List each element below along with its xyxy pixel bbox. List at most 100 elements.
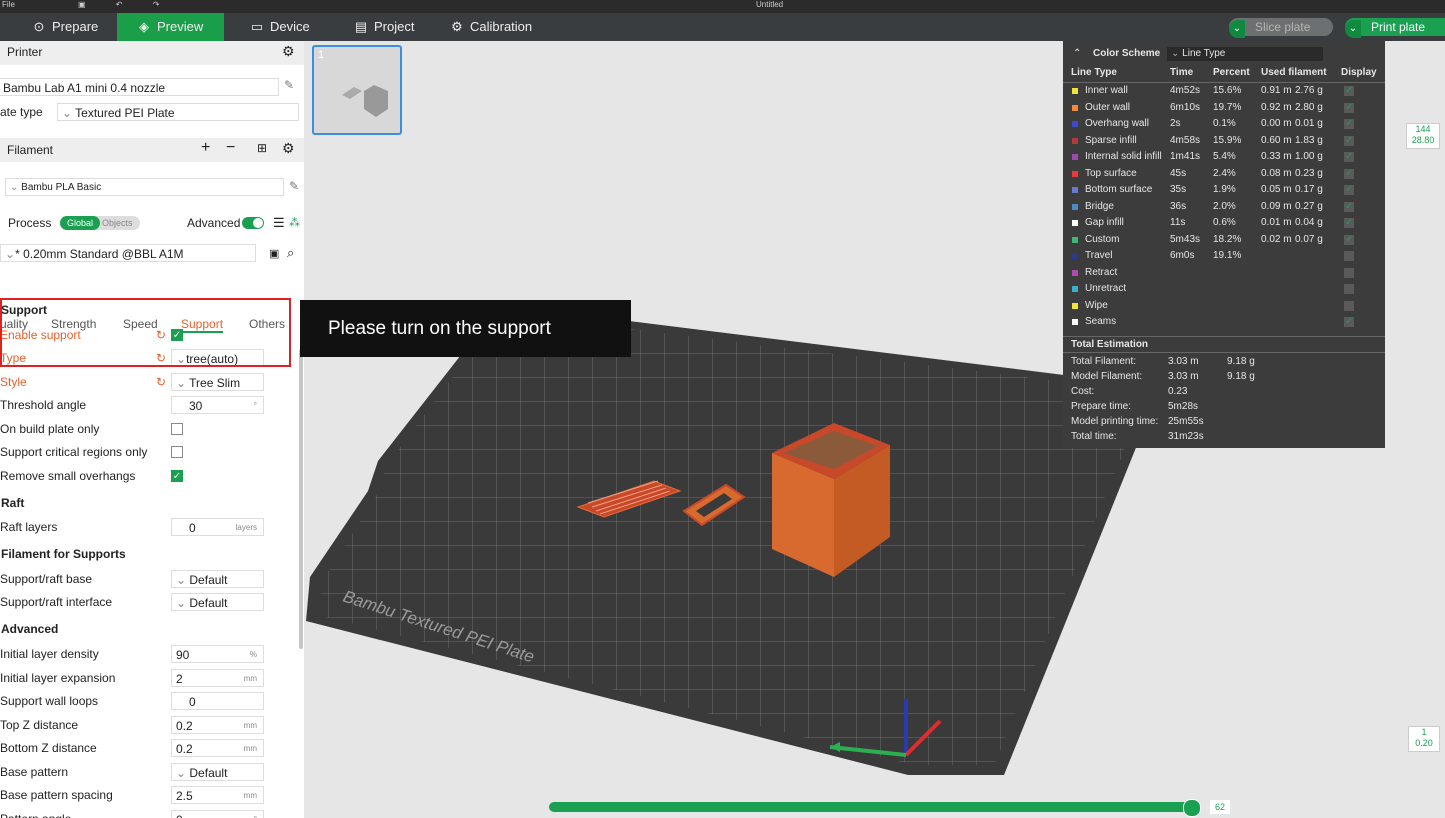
total-label: Model Filament: — [1071, 371, 1143, 382]
legend-g: 0.04 g — [1295, 217, 1323, 228]
quick-actions[interactable]: ▣ ↶ ↷ — [78, 0, 173, 9]
support-interface-select[interactable]: ⌄ Default — [171, 593, 264, 611]
adv-input[interactable]: 2.5 mm — [171, 786, 264, 804]
legend-name: Gap infill — [1085, 217, 1124, 228]
legend-row: Unretract — [1063, 281, 1385, 297]
raft-layers-input[interactable]: 0 layers — [171, 518, 264, 536]
global-objects-toggle[interactable]: Global Objects — [60, 216, 140, 230]
display-toggle[interactable] — [1344, 251, 1354, 261]
tab-device[interactable]: ▭ Device — [246, 13, 340, 41]
display-toggle[interactable] — [1344, 119, 1354, 129]
total-row: Total Filament: 3.03 m 9.18 g — [1063, 354, 1385, 370]
legend-row: Travel 6m0s 19.1% — [1063, 248, 1385, 264]
gear-icon[interactable]: ⚙ — [282, 43, 295, 60]
critical-regions-row: Support critical regions only — [0, 441, 304, 463]
compare-icon[interactable]: ⁂ — [289, 216, 300, 229]
search-icon[interactable]: ⌕ — [287, 245, 294, 261]
plate-thumbnail[interactable]: 1 — [312, 45, 402, 135]
tab-preview[interactable]: ◈ Preview — [117, 13, 224, 41]
edit-icon[interactable]: ✎ — [284, 78, 294, 92]
legend-header: Line Type Time Percent Used filament Dis… — [1071, 67, 1377, 78]
printer-select[interactable]: Bambu Lab A1 mini 0.4 nozzle — [0, 78, 279, 96]
color-swatch — [1072, 286, 1078, 292]
display-toggle[interactable] — [1344, 234, 1354, 245]
legend-pct: 15.9% — [1213, 134, 1242, 146]
total-a: 3.03 m — [1168, 356, 1199, 367]
adv-input[interactable]: 90% — [171, 645, 264, 663]
adv-row: Bottom Z distance 0.2 mm — [0, 737, 304, 759]
support-base-select[interactable]: ⌄ Default — [171, 570, 264, 588]
process-label: Process — [8, 216, 52, 230]
display-toggle[interactable] — [1344, 152, 1354, 162]
total-label: Prepare time: — [1071, 401, 1132, 412]
build-plate-only-checkbox[interactable] — [171, 423, 183, 435]
display-toggle[interactable] — [1344, 201, 1354, 212]
print-plate-button[interactable]: ⌄ Print plate — [1345, 18, 1445, 38]
adv-input[interactable]: 2 mm — [171, 669, 264, 687]
edit-icon[interactable]: ✎ — [289, 179, 299, 193]
display-toggle[interactable] — [1344, 218, 1354, 228]
legend-row: Seams — [1063, 314, 1385, 330]
legend-name: Unretract — [1085, 283, 1127, 294]
plate-type-select[interactable]: ⌄ Textured PEI Plate — [57, 103, 299, 121]
process-preset-select[interactable]: ⌄* 0.20mm Standard @BBL A1M — [0, 244, 256, 262]
legend-m: 0.33 m — [1261, 151, 1292, 162]
save-icon[interactable]: ▣ — [269, 247, 279, 260]
legend-g: 1.83 g — [1295, 134, 1323, 146]
collapse-icon[interactable]: ⌃ — [1073, 46, 1081, 62]
tab-project[interactable]: ▤ Project — [350, 13, 444, 41]
panel-scrollbar[interactable] — [299, 349, 303, 649]
display-toggle[interactable] — [1344, 185, 1354, 195]
filament-select[interactable]: ⌄ Bambu PLA Basic — [5, 178, 284, 196]
legend-name: Inner wall — [1085, 85, 1128, 96]
chevron-down-icon[interactable]: ⌄ — [1229, 20, 1245, 38]
chevron-down-icon[interactable]: ⌄ — [1345, 20, 1361, 38]
color-scheme-select[interactable]: ⌄ Line Type — [1167, 47, 1323, 61]
color-swatch — [1072, 104, 1078, 111]
total-label: Total time: — [1071, 431, 1117, 442]
display-toggle[interactable] — [1344, 86, 1354, 96]
legend-name: Top surface — [1085, 167, 1137, 179]
display-toggle[interactable] — [1344, 168, 1354, 179]
adv-input[interactable]: 0° — [171, 810, 264, 818]
move-slider[interactable] — [549, 799, 1201, 817]
main-toolbar: ⊙ Prepare ◈ Preview ▭ Device ▤ Project ⚙ Cali… — [0, 13, 1445, 41]
layer-bottom-badge[interactable]: 1 0.20 — [1408, 726, 1440, 752]
display-toggle[interactable] — [1344, 317, 1354, 327]
support-style-select[interactable]: ⌄ Tree Slim — [171, 373, 264, 391]
remove-icon[interactable]: − — [226, 139, 235, 157]
display-toggle[interactable] — [1344, 300, 1354, 311]
threshold-angle-input[interactable]: 30 ° — [171, 396, 264, 414]
legend-pct: 2.0% — [1213, 200, 1236, 212]
reset-icon[interactable]: ↻ — [156, 371, 166, 393]
adv-select[interactable]: ⌄ Default — [171, 763, 264, 781]
move-slider-handle[interactable] — [1183, 799, 1201, 817]
gear-icon[interactable]: ⚙ — [282, 140, 295, 157]
critical-regions-checkbox[interactable] — [171, 446, 183, 458]
display-toggle[interactable] — [1344, 135, 1354, 146]
legend-m: 0.05 m — [1261, 184, 1292, 195]
color-swatch — [1072, 121, 1078, 127]
sync-icon[interactable]: ⊞ — [257, 141, 267, 155]
tab-prepare[interactable]: ⊙ Prepare — [28, 13, 118, 41]
remove-overhangs-row: Remove small overhangs ✓ — [0, 469, 183, 483]
slice-plate-button[interactable]: ⌄ Slice plate — [1229, 18, 1333, 38]
display-toggle[interactable] — [1344, 267, 1354, 278]
display-toggle[interactable] — [1344, 284, 1354, 294]
list-icon[interactable]: ☰ — [273, 215, 285, 231]
layer-top-badge[interactable]: 144 28.80 — [1406, 123, 1440, 149]
legend-m: 0.00 m — [1261, 118, 1292, 129]
file-menu[interactable]: File — [2, 0, 15, 9]
total-row: Total time: 31m23s — [1063, 429, 1385, 445]
adv-input[interactable]: 0.2 mm — [171, 739, 264, 757]
tab-calibration[interactable]: ⚙ Calibration — [446, 13, 560, 41]
total-a: 0.23 — [1168, 386, 1188, 397]
adv-input[interactable]: 0.2 mm — [171, 716, 264, 734]
adv-input[interactable]: 0 — [171, 692, 264, 710]
add-icon[interactable]: + — [201, 139, 210, 157]
remove-overhangs-checkbox[interactable]: ✓ — [171, 470, 183, 482]
advanced-toggle[interactable] — [242, 217, 264, 229]
display-toggle[interactable] — [1344, 102, 1354, 113]
legend-name: Outer wall — [1085, 101, 1131, 113]
chevron-down-icon: ⌄ — [176, 766, 190, 780]
